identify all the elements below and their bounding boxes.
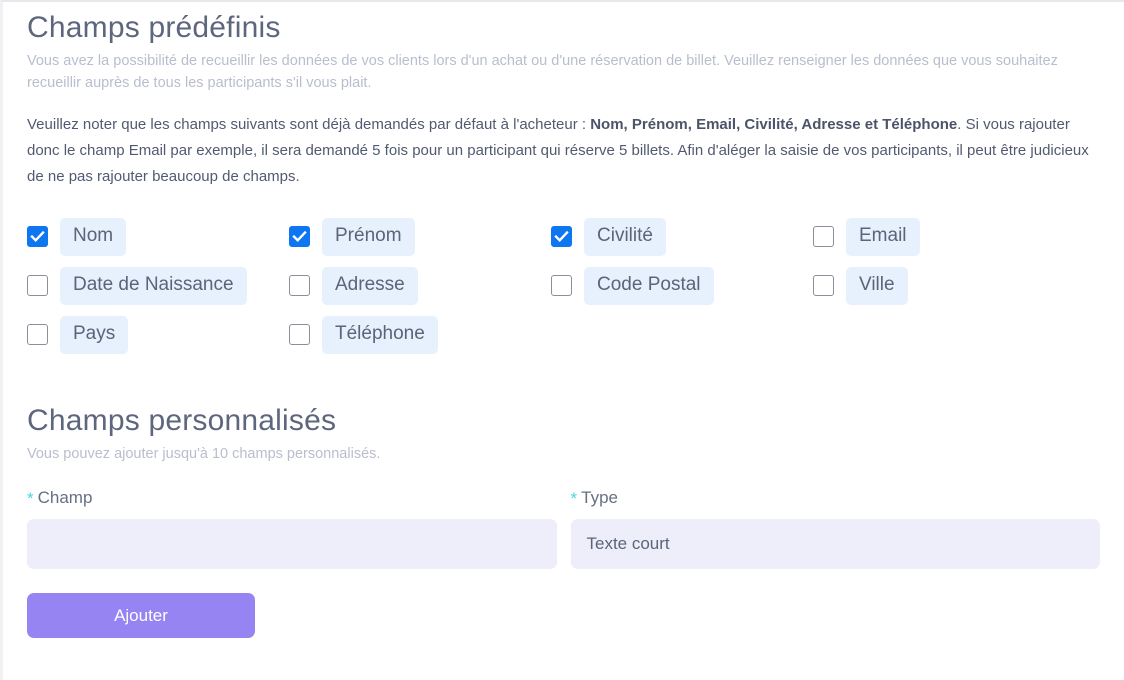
field-label-code-postal: Code Postal	[584, 266, 714, 305]
type-column: * Type Texte court	[570, 487, 1101, 569]
checkbox-prenom[interactable]	[289, 226, 310, 247]
required-asterisk-icon: *	[27, 489, 34, 508]
field-label-civilite: Civilité	[584, 217, 666, 256]
checkbox-telephone[interactable]	[289, 324, 310, 345]
checkbox-pays[interactable]	[27, 324, 48, 345]
field-row-telephone[interactable]: Téléphone	[289, 315, 551, 355]
checkbox-adresse[interactable]	[289, 275, 310, 296]
settings-page: Champs prédéfinis Vous avez la possibili…	[0, 0, 1124, 680]
champ-column: * Champ	[27, 487, 557, 569]
field-label-adresse: Adresse	[322, 266, 418, 305]
type-select[interactable]: Texte court	[570, 519, 1100, 569]
checkbox-nom[interactable]	[27, 226, 48, 247]
field-row-code-postal[interactable]: Code Postal	[551, 266, 813, 306]
field-row-pays[interactable]: Pays	[27, 315, 289, 355]
add-custom-field-button[interactable]: Ajouter	[27, 593, 255, 638]
predefined-description: Vous avez la possibilité de recueillir l…	[27, 53, 1058, 91]
custom-fields-title: Champs personnalisés	[27, 404, 337, 437]
field-label-email: Email	[846, 217, 920, 256]
field-row-ville[interactable]: Ville	[813, 266, 1075, 306]
field-label-nom: Nom	[60, 217, 127, 256]
checkbox-email[interactable]	[813, 226, 834, 247]
checkbox-code-postal[interactable]	[551, 275, 572, 296]
page-title: Champs prédéfinis	[27, 11, 281, 44]
champ-label-text: Champ	[37, 488, 93, 507]
checkbox-civilite[interactable]	[551, 226, 572, 247]
checkbox-ville[interactable]	[813, 275, 834, 296]
checkbox-date-de-naissance[interactable]	[27, 275, 48, 296]
predefined-note: Veuillez noter que les champs suivants s…	[27, 112, 1100, 190]
required-asterisk-icon: *	[570, 489, 578, 508]
champ-field-label: * Champ	[27, 487, 557, 510]
note-text-part-1: Veuillez noter que les champs suivants s…	[27, 116, 591, 133]
field-label-pays: Pays	[60, 315, 129, 354]
custom-fields-section: Champs personnalisés Vous pouvez ajouter…	[27, 395, 1100, 638]
type-label-text: Type	[581, 488, 618, 507]
field-label-ville: Ville	[846, 266, 908, 305]
predefined-fields-grid: Nom Prénom Civilité Email Date de Naissa…	[27, 212, 1100, 359]
type-field-label: * Type	[571, 487, 1101, 510]
champ-input[interactable]	[27, 519, 557, 569]
field-row-civilite[interactable]: Civilité	[551, 217, 813, 257]
field-row-email[interactable]: Email	[813, 217, 1075, 257]
field-row-adresse[interactable]: Adresse	[289, 266, 551, 306]
field-row-nom[interactable]: Nom	[27, 217, 289, 257]
field-row-prenom[interactable]: Prénom	[289, 217, 551, 257]
field-label-date-de-naissance: Date de Naissance	[60, 266, 247, 305]
custom-fields-description: Vous pouvez ajouter jusqu'à 10 champs pe…	[27, 446, 381, 462]
field-label-prenom: Prénom	[322, 217, 415, 256]
field-row-date-de-naissance[interactable]: Date de Naissance	[27, 266, 289, 306]
note-default-fields: Nom, Prénom, Email, Civilité, Adresse et…	[590, 116, 958, 133]
field-label-telephone: Téléphone	[322, 315, 438, 354]
custom-field-form-row: * Champ * Type Texte court	[27, 487, 1100, 569]
